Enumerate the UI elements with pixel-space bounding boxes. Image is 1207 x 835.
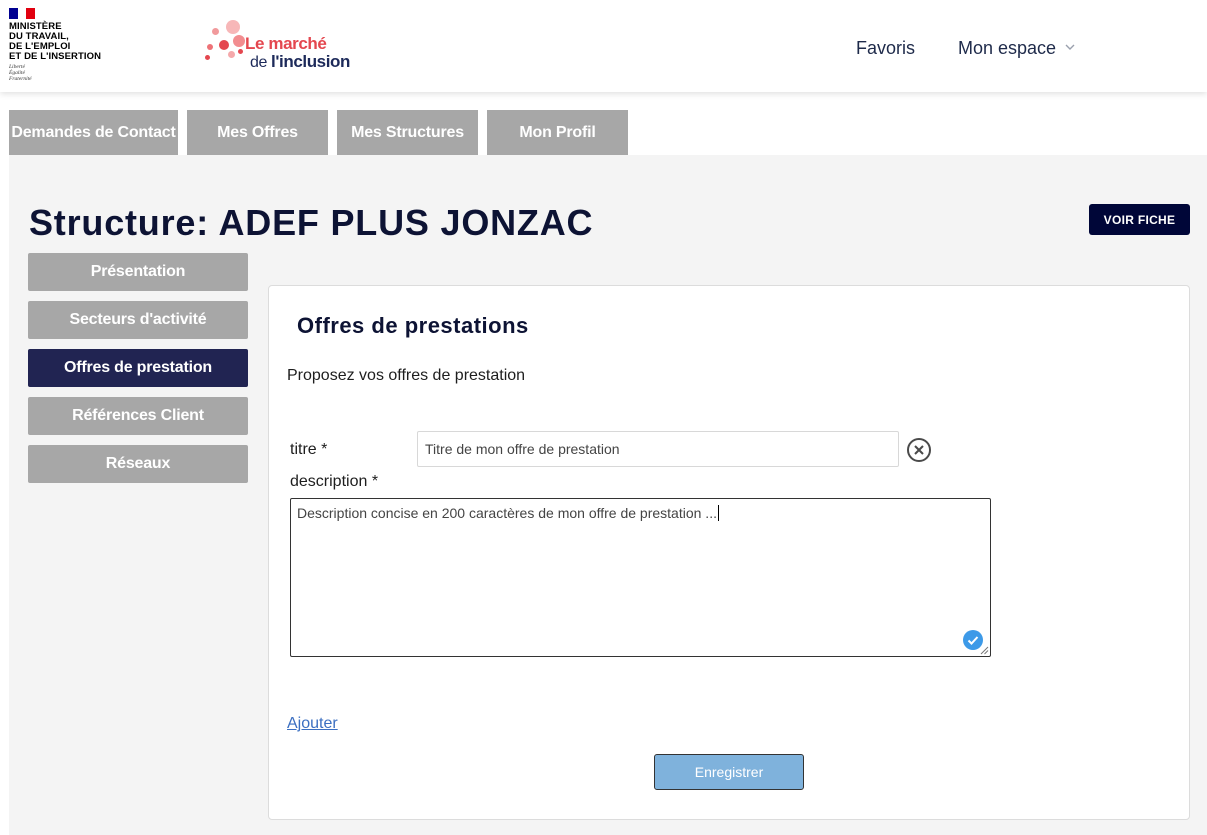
structure-sidebar: Présentation Secteurs d'activité Offres … xyxy=(28,253,248,493)
chevron-down-icon[interactable] xyxy=(1064,42,1076,52)
site-header: MINISTÈRE DU TRAVAIL, DE L'EMPLOI ET DE … xyxy=(0,0,1207,92)
tab-demandes-de-contact[interactable]: Demandes de Contact xyxy=(9,110,178,156)
nav-mon-espace[interactable]: Mon espace xyxy=(958,38,1056,59)
republic-motto: Liberté Égalité Fraternité xyxy=(9,64,119,82)
tab-mes-structures[interactable]: Mes Structures xyxy=(337,110,478,156)
resize-grip-icon[interactable] xyxy=(979,645,989,655)
titre-label: titre * xyxy=(290,441,328,458)
tab-mon-profil[interactable]: Mon Profil xyxy=(487,110,628,156)
logo-title: Le marché xyxy=(245,34,327,53)
description-text: Description concise en 200 caractères de… xyxy=(297,505,717,521)
page-title: Structure: ADEF PLUS JONZAC xyxy=(29,202,594,243)
site-logo[interactable]: Le marché de l'inclusion xyxy=(204,18,374,74)
ministry-line: ET DE L'INSERTION xyxy=(9,51,102,62)
french-flag-icon xyxy=(9,8,36,19)
sidebar-item-reseaux[interactable]: Réseaux xyxy=(28,445,248,483)
description-label: description * xyxy=(290,473,379,490)
form-intro: Proposez vos offres de prestation xyxy=(287,367,526,384)
logo-subtitle-bold: l'inclusion xyxy=(271,52,351,71)
sidebar-item-offres[interactable]: Offres de prestation xyxy=(28,349,248,387)
titre-input[interactable]: Titre de mon offre de prestation xyxy=(417,431,899,467)
description-textarea[interactable]: Description concise en 200 caractères de… xyxy=(290,498,991,657)
logo-subtitle: de l'inclusion xyxy=(250,52,350,72)
logo-subtitle-prefix: de xyxy=(250,54,272,71)
close-circle-icon[interactable] xyxy=(906,437,932,463)
ministry-logo[interactable]: MINISTÈRE DU TRAVAIL, DE L'EMPLOI ET DE … xyxy=(9,8,119,88)
form-title: Offres de prestations xyxy=(297,313,529,338)
motto-line: Fraternité xyxy=(9,76,32,82)
ajouter-link[interactable]: Ajouter xyxy=(287,715,338,733)
nav-favoris[interactable]: Favoris xyxy=(856,38,915,59)
text-caret xyxy=(717,505,719,521)
sidebar-item-references[interactable]: Références Client xyxy=(28,397,248,435)
sidebar-item-presentation[interactable]: Présentation xyxy=(28,253,248,291)
tab-mes-offres[interactable]: Mes Offres xyxy=(187,110,328,156)
main-content: Structure: ADEF PLUS JONZAC VOIR FICHE P… xyxy=(9,155,1207,835)
offres-form-card: Offres de prestations Proposez vos offre… xyxy=(268,285,1190,820)
sidebar-item-secteurs[interactable]: Secteurs d'activité xyxy=(28,301,248,339)
voir-fiche-button[interactable]: VOIR FICHE xyxy=(1089,204,1190,235)
enregistrer-button[interactable]: Enregistrer xyxy=(654,754,804,790)
